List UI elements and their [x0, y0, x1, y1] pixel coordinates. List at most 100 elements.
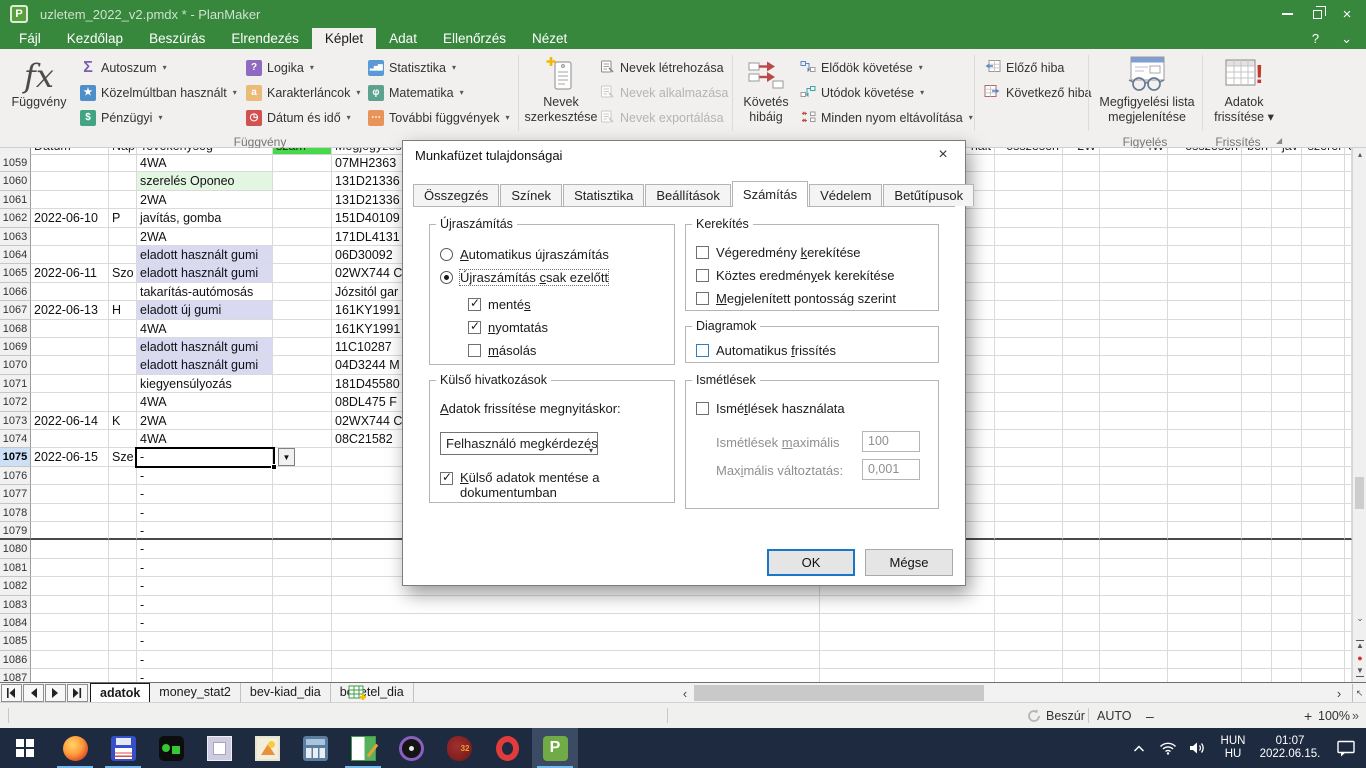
cell[interactable]	[1100, 283, 1168, 301]
check-use-iterations[interactable]: Ismétlések használata	[696, 401, 845, 416]
cell[interactable]	[109, 467, 137, 485]
cell[interactable]	[1302, 448, 1345, 466]
row-header-1066[interactable]: 1066	[0, 283, 31, 301]
taskbar-firefox-icon[interactable]	[52, 728, 98, 768]
close-button[interactable]: ×	[1332, 0, 1362, 28]
cell[interactable]	[1302, 301, 1345, 319]
row-header-1069[interactable]: 1069	[0, 338, 31, 356]
cell[interactable]	[1302, 356, 1345, 374]
cell[interactable]	[109, 228, 137, 246]
cell[interactable]	[31, 559, 109, 577]
cell[interactable]	[1242, 172, 1272, 190]
cell[interactable]	[273, 356, 332, 374]
cell[interactable]: -	[137, 467, 273, 485]
cell[interactable]	[1302, 614, 1345, 632]
cell[interactable]	[1100, 522, 1168, 540]
row-header-1081[interactable]: 1081	[0, 559, 31, 577]
cell[interactable]: Szo	[109, 264, 137, 282]
check-round-final[interactable]: Végeredmény kerekítése	[696, 245, 861, 260]
cell[interactable]	[1100, 338, 1168, 356]
cell[interactable]	[1168, 228, 1242, 246]
cell[interactable]	[1302, 209, 1345, 227]
cell[interactable]	[1272, 448, 1302, 466]
cell[interactable]	[109, 246, 137, 264]
cell[interactable]: -	[137, 577, 273, 595]
dialog-launcher-icon[interactable]: ◢	[1276, 136, 1282, 145]
cell[interactable]	[273, 485, 332, 503]
cell[interactable]	[1168, 485, 1242, 503]
cell[interactable]	[31, 651, 109, 669]
cell[interactable]	[1168, 596, 1242, 614]
cell[interactable]	[1168, 338, 1242, 356]
cell[interactable]	[273, 430, 332, 448]
horizontal-scroll-th umb[interactable]	[694, 685, 984, 701]
cell[interactable]	[1063, 393, 1100, 411]
cell[interactable]: -	[137, 596, 273, 614]
cell[interactable]	[1345, 264, 1352, 282]
cell[interactable]: 2WA	[137, 412, 273, 430]
cell[interactable]	[1302, 559, 1345, 577]
previous-sheet-icon[interactable]	[23, 684, 44, 702]
cell[interactable]	[1345, 632, 1352, 650]
cell[interactable]	[273, 577, 332, 595]
sheet-tab-bev-kiad-dia[interactable]: bev-kiad_dia	[241, 683, 331, 702]
cell[interactable]	[332, 596, 820, 614]
hscroll-right-icon[interactable]: ›	[1330, 684, 1348, 702]
cell[interactable]	[1063, 632, 1100, 650]
cell[interactable]	[1100, 577, 1168, 595]
cell[interactable]	[1063, 264, 1100, 282]
cell[interactable]	[1063, 412, 1100, 430]
cell[interactable]	[1168, 356, 1242, 374]
ribbon-item-penzugyi[interactable]: $Pénzügyi▾	[80, 107, 162, 128]
cell[interactable]	[1100, 209, 1168, 227]
cell[interactable]	[995, 154, 1063, 172]
cell[interactable]	[1168, 393, 1242, 411]
cell[interactable]	[109, 614, 137, 632]
cell[interactable]	[1272, 412, 1302, 430]
cell[interactable]	[31, 172, 109, 190]
ok-button[interactable]: OK	[767, 549, 855, 576]
cell[interactable]	[1272, 264, 1302, 282]
ribbon-item-nevek-letrehozasa[interactable]: Nevek létrehozása	[600, 57, 724, 78]
cell[interactable]	[1272, 485, 1302, 503]
cell[interactable]	[1272, 209, 1302, 227]
check-auto-update-charts[interactable]: Automatikus frissítés	[696, 343, 836, 358]
ribbon-item-tovabbi-fuggvenyek[interactable]: ⋯További függvények▾	[368, 107, 510, 128]
taskbar-image-viewer-icon[interactable]	[244, 728, 290, 768]
cell[interactable]	[109, 430, 137, 448]
row-header-1062[interactable]: 1062	[0, 209, 31, 227]
cell[interactable]	[1100, 651, 1168, 669]
cell[interactable]	[109, 669, 137, 682]
cell[interactable]	[31, 283, 109, 301]
cell[interactable]	[273, 209, 332, 227]
cell[interactable]	[1345, 191, 1352, 209]
cell[interactable]	[1100, 301, 1168, 319]
row-header-1060[interactable]: 1060	[0, 172, 31, 190]
cell[interactable]	[109, 320, 137, 338]
row-header-1078[interactable]: 1078	[0, 504, 31, 522]
max-change-input[interactable]: 0,001	[862, 459, 920, 480]
row-header-1085[interactable]: 1085	[0, 632, 31, 650]
tray-chevron-icon[interactable]	[1124, 728, 1154, 768]
cell[interactable]	[1063, 485, 1100, 503]
cell[interactable]	[1272, 191, 1302, 209]
cell[interactable]	[1272, 540, 1302, 558]
cell[interactable]	[1063, 522, 1100, 540]
cell[interactable]	[1168, 246, 1242, 264]
cell[interactable]	[1168, 264, 1242, 282]
cell[interactable]	[1302, 485, 1345, 503]
cell[interactable]	[1345, 356, 1352, 374]
cell[interactable]	[1345, 209, 1352, 227]
cell[interactable]	[995, 430, 1063, 448]
cell[interactable]	[1302, 467, 1345, 485]
cell[interactable]	[1302, 320, 1345, 338]
taskbar-save-tool-icon[interactable]	[100, 728, 146, 768]
cell[interactable]	[1302, 651, 1345, 669]
cell[interactable]	[1345, 301, 1352, 319]
cell[interactable]	[109, 485, 137, 503]
cell[interactable]: -	[137, 632, 273, 650]
cell[interactable]	[1063, 577, 1100, 595]
row-header-1073[interactable]: 1073	[0, 412, 31, 430]
cell[interactable]: eladott használt gumi	[137, 264, 273, 282]
cell[interactable]: 2WA	[137, 228, 273, 246]
